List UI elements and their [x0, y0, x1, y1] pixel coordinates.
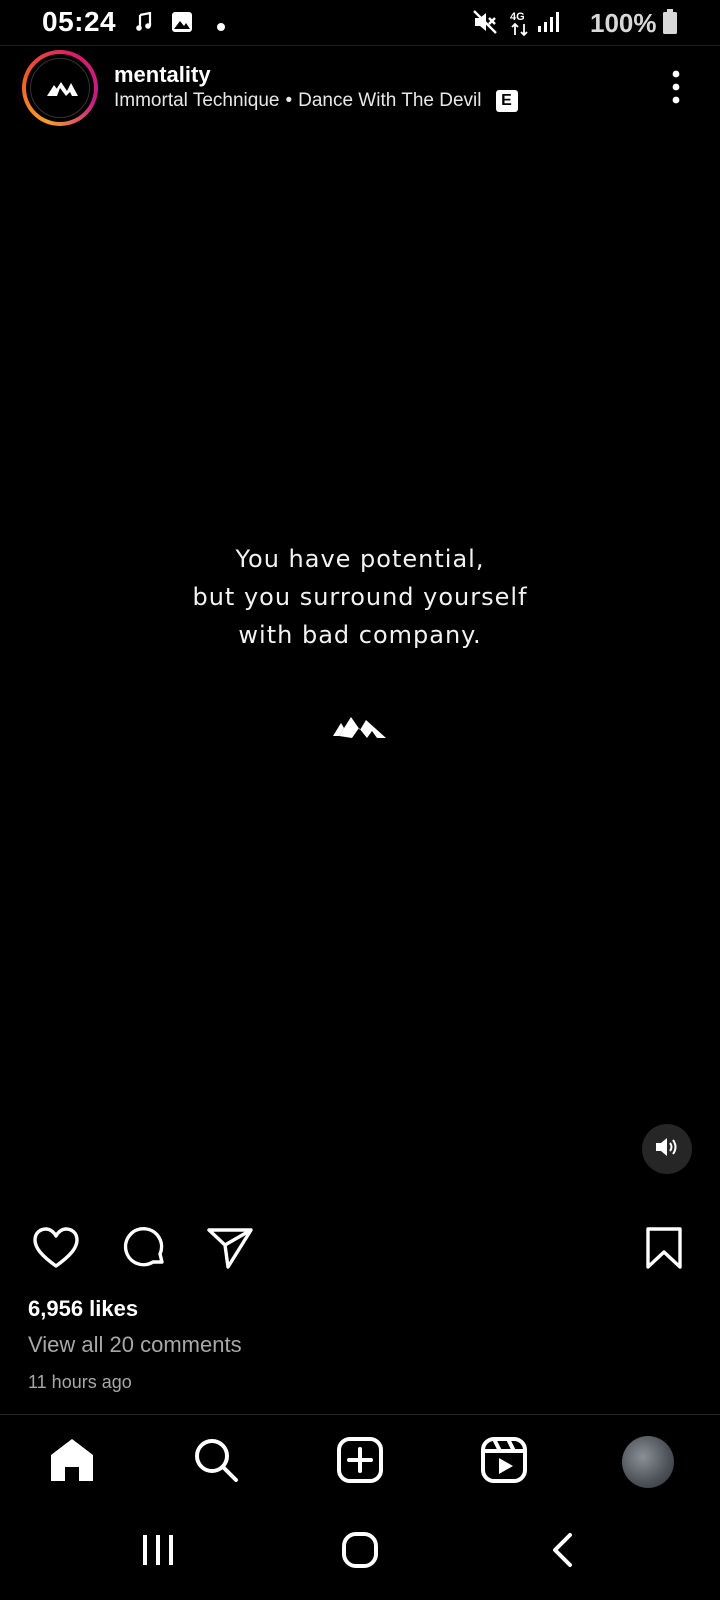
sound-toggle-button[interactable] — [642, 1124, 692, 1174]
status-time: 05:24 — [42, 6, 117, 37]
home-circle-icon — [341, 1531, 379, 1574]
heart-icon — [32, 1226, 80, 1275]
mentality-logo-avatar — [30, 58, 90, 118]
quote-line: You have potential, — [235, 545, 485, 573]
song-separator: • — [285, 90, 293, 111]
music-note-icon — [136, 11, 152, 37]
nav-search-button[interactable] — [188, 1434, 244, 1490]
search-icon — [192, 1436, 240, 1489]
nav-home-button[interactable] — [44, 1434, 100, 1490]
share-icon — [206, 1225, 254, 1276]
nav-create-button[interactable] — [332, 1434, 388, 1490]
more-options-icon[interactable] — [662, 70, 692, 106]
like-button[interactable] — [30, 1224, 82, 1276]
post-username[interactable]: mentality — [114, 62, 211, 88]
post-timestamp: 11 hours ago — [28, 1372, 132, 1392]
bookmark-icon — [644, 1226, 684, 1275]
likes-count[interactable]: 6,956 likes — [28, 1296, 138, 1322]
system-home-button[interactable] — [330, 1526, 390, 1578]
mentality-logo — [332, 706, 388, 745]
share-button[interactable] — [204, 1224, 256, 1276]
network-4g-icon: 4G — [509, 9, 531, 42]
battery-percentage: 100% — [590, 8, 657, 38]
post-quote: You have potential, but you surround you… — [0, 540, 720, 654]
quote-line: but you surround yourself — [192, 583, 528, 611]
recents-button[interactable] — [128, 1526, 188, 1578]
song-title: Dance With The Devil — [298, 90, 482, 111]
song-artist: Immortal Technique — [114, 90, 280, 111]
back-icon — [548, 1532, 576, 1573]
nav-divider — [0, 1414, 720, 1415]
view-comments-link[interactable]: View all 20 comments — [28, 1332, 242, 1358]
nav-profile-button[interactable] — [620, 1434, 676, 1490]
signal-icon — [536, 10, 562, 39]
nav-reels-button[interactable] — [476, 1434, 532, 1490]
svg-text:4G: 4G — [510, 11, 525, 23]
explicit-badge: E — [495, 90, 518, 112]
comment-button[interactable] — [118, 1224, 170, 1276]
back-button[interactable] — [532, 1526, 592, 1578]
home-icon — [48, 1437, 96, 1488]
create-icon — [336, 1436, 384, 1489]
profile-avatar — [622, 1436, 674, 1488]
song-info[interactable]: Immortal Technique • Dance With The Devi… — [114, 90, 518, 112]
dot-icon — [217, 18, 225, 36]
gallery-icon — [171, 11, 193, 38]
status-bar: 05:24 4G 100% — [0, 0, 720, 46]
reels-icon — [480, 1436, 528, 1489]
status-divider — [0, 45, 720, 46]
speaker-icon — [654, 1136, 680, 1163]
save-button[interactable] — [638, 1224, 690, 1276]
quote-line: with bad company. — [238, 621, 482, 649]
story-avatar[interactable] — [22, 50, 98, 126]
comment-icon — [120, 1224, 168, 1277]
recents-icon — [140, 1533, 176, 1572]
battery-icon — [662, 9, 678, 40]
mute-icon — [472, 9, 498, 40]
